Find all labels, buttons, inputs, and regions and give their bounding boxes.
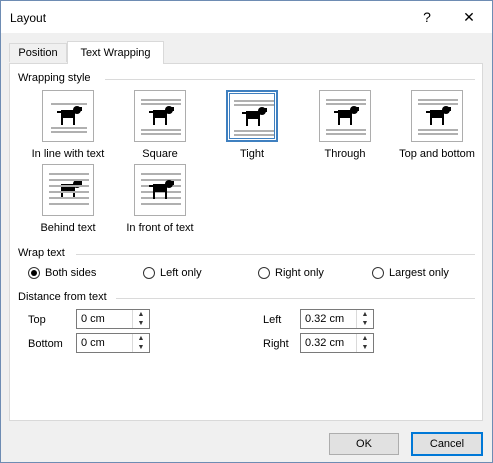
- radio-right-only[interactable]: Right only: [258, 265, 324, 281]
- spinner: ▲ ▼: [132, 310, 149, 328]
- radio-indicator: [28, 267, 40, 279]
- left-distance-field[interactable]: 0.32 cm ▲ ▼: [300, 309, 374, 329]
- wrap-text-heading: Wrap text: [18, 247, 65, 259]
- wrap-option-tight[interactable]: Tight: [207, 90, 297, 164]
- right-label: Right: [263, 338, 289, 350]
- wrap-label: In line with text: [31, 148, 105, 160]
- text-wrapping-panel: Wrapping style In line with text Square …: [9, 63, 483, 421]
- radio-both-sides[interactable]: Both sides: [28, 265, 96, 281]
- radio-indicator: [258, 267, 270, 279]
- wrap-option-inline[interactable]: In line with text: [23, 90, 113, 164]
- wrap-label: Top and bottom: [399, 148, 475, 160]
- wrapping-style-heading: Wrapping style: [18, 72, 91, 84]
- radio-label: Largest only: [389, 267, 449, 279]
- bottom-distance-value: 0 cm: [81, 337, 105, 349]
- radio-indicator: [372, 267, 384, 279]
- left-distance-value: 0.32 cm: [305, 313, 345, 325]
- close-button[interactable]: ✕: [451, 1, 487, 33]
- radio-label: Both sides: [45, 267, 97, 279]
- radio-left-only[interactable]: Left only: [143, 265, 202, 281]
- wrap-label: In front of text: [126, 222, 194, 234]
- wrap-option-top-bottom[interactable]: Top and bottom: [392, 90, 482, 164]
- distance-heading: Distance from text: [18, 291, 107, 303]
- spin-down-icon[interactable]: ▼: [133, 319, 149, 328]
- wrap-option-through[interactable]: Through: [300, 90, 390, 164]
- right-distance-field[interactable]: 0.32 cm ▲ ▼: [300, 333, 374, 353]
- wrap-label: Behind text: [40, 222, 96, 234]
- radio-label: Right only: [275, 267, 324, 279]
- top-label: Top: [28, 314, 46, 326]
- right-distance-value: 0.32 cm: [305, 337, 345, 349]
- ok-button[interactable]: OK: [329, 433, 399, 455]
- tab-position[interactable]: Position: [9, 43, 67, 62]
- radio-label: Left only: [160, 267, 202, 279]
- tight-wrap-icon: [226, 90, 278, 142]
- wrap-label: Square: [142, 148, 178, 160]
- spin-down-icon[interactable]: ▼: [357, 343, 373, 352]
- radio-indicator: [143, 267, 155, 279]
- help-button[interactable]: ?: [409, 1, 445, 33]
- square-wrap-icon: [134, 90, 186, 142]
- top-bottom-wrap-icon: [411, 90, 463, 142]
- divider: [76, 254, 475, 255]
- divider: [116, 298, 475, 299]
- in-front-of-text-icon: [134, 164, 186, 216]
- tab-text-wrapping[interactable]: Text Wrapping: [67, 41, 164, 64]
- top-distance-value: 0 cm: [81, 313, 105, 325]
- spinner: ▲ ▼: [132, 334, 149, 352]
- wrap-label: Through: [324, 148, 366, 160]
- through-wrap-icon: [319, 90, 371, 142]
- inline-with-text-icon: [42, 90, 94, 142]
- spin-up-icon[interactable]: ▲: [133, 334, 149, 343]
- radio-largest-only[interactable]: Largest only: [372, 265, 449, 281]
- divider: [105, 79, 475, 80]
- spinner: ▲ ▼: [356, 310, 373, 328]
- wrap-label: Tight: [239, 148, 265, 160]
- spin-down-icon[interactable]: ▼: [357, 319, 373, 328]
- dialog-title: Layout: [10, 11, 47, 25]
- spin-up-icon[interactable]: ▲: [357, 310, 373, 319]
- behind-text-icon: [42, 164, 94, 216]
- spin-up-icon[interactable]: ▲: [133, 310, 149, 319]
- spin-up-icon[interactable]: ▲: [357, 334, 373, 343]
- wrap-option-in-front[interactable]: In front of text: [115, 164, 205, 238]
- layout-dialog: Layout ? ✕ Position Text Wrapping Wrappi…: [0, 0, 493, 463]
- spin-down-icon[interactable]: ▼: [133, 343, 149, 352]
- bottom-distance-field[interactable]: 0 cm ▲ ▼: [76, 333, 150, 353]
- cancel-button[interactable]: Cancel: [411, 432, 483, 456]
- spinner: ▲ ▼: [356, 334, 373, 352]
- wrap-option-square[interactable]: Square: [115, 90, 205, 164]
- bottom-label: Bottom: [28, 338, 63, 350]
- wrap-option-behind[interactable]: Behind text: [23, 164, 113, 238]
- title-bar: Layout ? ✕: [1, 1, 492, 33]
- top-distance-field[interactable]: 0 cm ▲ ▼: [76, 309, 150, 329]
- left-label: Left: [263, 314, 282, 326]
